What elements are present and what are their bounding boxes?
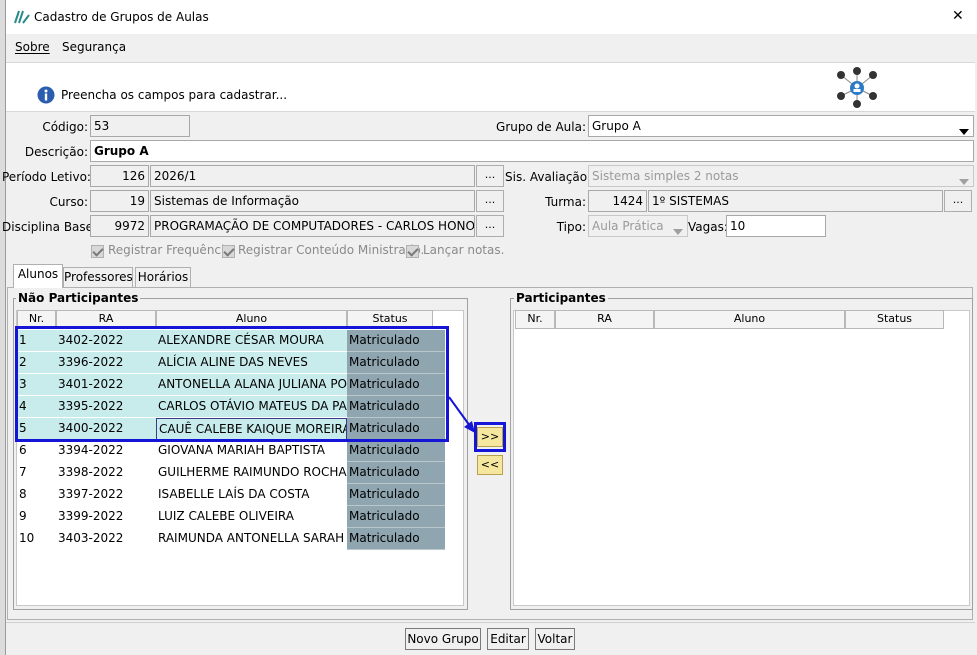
title-bar: Cadastro de Grupos de Aulas ✕ xyxy=(6,0,977,34)
table-cell-nr: 9 xyxy=(19,509,27,523)
curso-code-field[interactable]: 19 xyxy=(90,190,149,212)
periodo-code-field[interactable]: 126 xyxy=(90,165,149,187)
turma-name-field: 1º SISTEMAS xyxy=(648,190,943,212)
table-cell-nr: 7 xyxy=(19,465,27,479)
curso-search-button[interactable]: ... xyxy=(476,190,504,212)
app-logo-icon xyxy=(14,10,30,24)
grupo-aula-select[interactable]: Grupo A xyxy=(588,115,974,137)
menu-sobre[interactable]: Sobre xyxy=(15,40,50,54)
table-cell-status: Matriculado xyxy=(347,506,445,528)
table-cell-status: Matriculado xyxy=(347,440,445,462)
curso-name-field: Sistemas de Informação xyxy=(150,190,475,212)
disciplina-code-field[interactable]: 9972 xyxy=(90,215,149,237)
tab-horarios[interactable]: Horários xyxy=(135,267,191,287)
table-cell-status: Matriculado xyxy=(347,462,445,484)
codigo-label: Código: xyxy=(42,120,88,134)
col-header-nr[interactable]: Nr. xyxy=(515,310,555,329)
table-cell-nr: 8 xyxy=(19,487,27,501)
col-header-aluno[interactable]: Aluno xyxy=(654,310,845,329)
table-row[interactable]: 6 3394-2022 GIOVANA MARIAH BAPTISTA Matricu… xyxy=(17,440,447,462)
turma-search-button[interactable]: ... xyxy=(944,190,972,212)
tab-alunos[interactable]: Alunos xyxy=(13,264,63,288)
table-row[interactable]: 9 3399-2022 LUIZ CALEBE OLIVEIRA Matriculad… xyxy=(17,506,447,528)
disciplina-label: Disciplina Base: xyxy=(2,220,98,234)
add-participant-button[interactable]: >> xyxy=(477,427,503,447)
selection-highlight-box xyxy=(15,326,449,442)
nao-participantes-title: Não Participantes xyxy=(16,291,141,305)
col-header-ra[interactable]: RA xyxy=(555,310,654,329)
table-cell-aluno: RAIMUNDA ANTONELLA SARAH ... xyxy=(158,531,347,545)
window-title: Cadastro de Grupos de Aulas xyxy=(34,10,209,24)
chevron-down-icon xyxy=(959,172,969,186)
registrar-frequencia-checkbox[interactable] xyxy=(91,245,104,258)
chevron-down-icon xyxy=(959,122,969,136)
tipo-value: Aula Prática xyxy=(592,219,664,233)
turma-label: Turma: xyxy=(545,195,586,209)
periodo-search-button[interactable]: ... xyxy=(476,165,504,187)
tipo-label: Tipo: xyxy=(556,220,586,234)
people-network-icon xyxy=(834,66,880,110)
col-header-aluno[interactable]: Aluno xyxy=(156,310,347,327)
col-header-ra[interactable]: RA xyxy=(56,310,156,327)
banner-message: Preencha os campos para cadastrar... xyxy=(61,88,288,102)
sis-aval-select[interactable]: Sistema simples 2 notas xyxy=(588,165,974,187)
table-cell-status: Matriculado xyxy=(347,484,445,506)
disciplina-search-button[interactable]: ... xyxy=(476,215,504,237)
descricao-label: Descrição: xyxy=(24,145,88,159)
close-icon[interactable]: ✕ xyxy=(952,8,964,24)
tipo-select[interactable]: Aula Prática xyxy=(588,215,688,237)
table-cell-ra: 3398-2022 xyxy=(58,465,124,479)
table-cell-aluno: GIOVANA MARIAH BAPTISTA xyxy=(158,443,325,457)
lancar-notas-label: Lançar notas. xyxy=(423,243,505,257)
voltar-button[interactable]: Voltar xyxy=(535,628,575,650)
lancar-notas-checkbox[interactable] xyxy=(406,245,419,258)
table-cell-status: Matriculado xyxy=(347,528,445,550)
table-cell-ra: 3403-2022 xyxy=(58,531,124,545)
tab-professores[interactable]: Professores xyxy=(63,267,133,287)
chevron-down-icon xyxy=(673,222,683,236)
table-cell-ra: 3397-2022 xyxy=(58,487,124,501)
table-cell-aluno: LUIZ CALEBE OLIVEIRA xyxy=(158,509,294,523)
table-cell-aluno: ISABELLE LAÍS DA COSTA xyxy=(158,487,310,501)
participantes-title: Participantes xyxy=(514,291,608,305)
curso-label: Curso: xyxy=(49,195,88,209)
info-banner xyxy=(6,62,975,112)
turma-code-field[interactable]: 1424 xyxy=(588,190,647,212)
col-header-status[interactable]: Status xyxy=(845,310,944,329)
table-row[interactable]: 8 3397-2022 ISABELLE LAÍS DA COSTA Matricul… xyxy=(17,484,447,506)
table-cell-ra: 3394-2022 xyxy=(58,443,124,457)
grupo-aula-value: Grupo A xyxy=(592,119,641,133)
codigo-field[interactable]: 53 xyxy=(90,115,190,137)
descricao-field[interactable]: Grupo A xyxy=(90,140,974,162)
novo-grupo-button[interactable]: Novo Grupo xyxy=(405,628,481,650)
sis-aval-label: Sis. Avaliação: xyxy=(505,170,592,184)
menu-seguranca[interactable]: Segurança xyxy=(62,40,126,54)
registrar-conteudo-checkbox[interactable] xyxy=(222,245,235,258)
menu-bar xyxy=(6,34,977,61)
periodo-label: Período Letivo: xyxy=(2,170,91,184)
periodo-name-field: 2026/1 xyxy=(150,165,475,187)
table-cell-nr: 6 xyxy=(19,443,27,457)
info-icon xyxy=(37,86,55,104)
registrar-frequencia-label: Registrar Frequência. xyxy=(108,243,236,257)
disciplina-name-field: PROGRAMAÇÃO DE COMPUTADORES - CARLOS HON… xyxy=(150,215,475,237)
table-row[interactable]: 10 3403-2022 RAIMUNDA ANTONELLA SARAH ... M… xyxy=(17,528,447,550)
sis-aval-value: Sistema simples 2 notas xyxy=(592,169,739,183)
editar-button[interactable]: Editar xyxy=(487,628,529,650)
col-header-status[interactable]: Status xyxy=(347,310,433,327)
table-cell-aluno: GUILHERME RAIMUNDO ROCHA xyxy=(158,465,347,479)
table-row[interactable]: 7 3398-2022 GUILHERME RAIMUNDO ROCHA Matric… xyxy=(17,462,447,484)
col-header-nr[interactable]: Nr. xyxy=(17,310,56,327)
vagas-label: Vagas: xyxy=(688,220,728,234)
table-cell-ra: 3399-2022 xyxy=(58,509,124,523)
table-cell-nr: 10 xyxy=(19,531,35,545)
vagas-field[interactable]: 10 xyxy=(726,215,826,237)
grupo-aula-label: Grupo de Aula: xyxy=(496,120,586,134)
participantes-grid xyxy=(513,310,970,606)
registrar-conteudo-label: Registrar Conteúdo Ministrado. xyxy=(238,243,425,257)
remove-participant-button[interactable]: << xyxy=(477,455,503,475)
